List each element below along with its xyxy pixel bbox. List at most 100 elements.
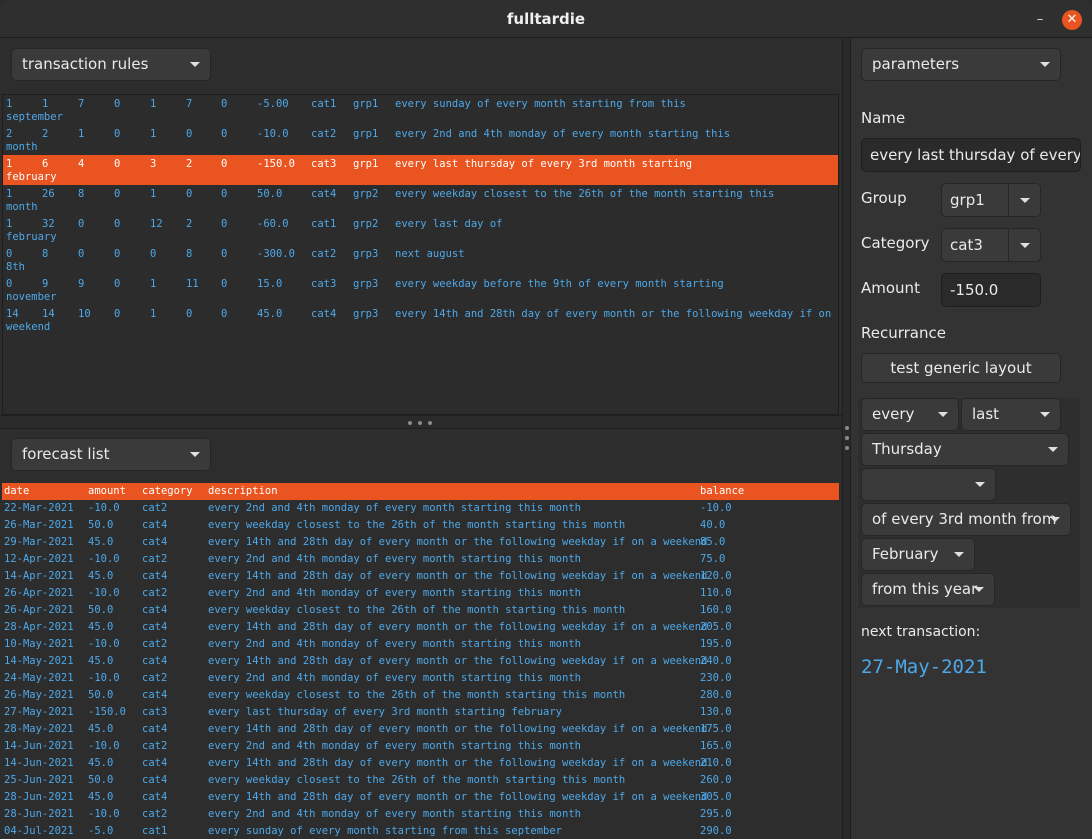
recurrance-period-dropdown[interactable]: of every 3rd month from (861, 503, 1071, 536)
rule-row[interactable]: 1 6 4 0 3 2 0 -150.0 cat3 grp1 every last thursday… (3, 155, 838, 185)
column-header-amount[interactable]: amount (88, 485, 126, 497)
forecast-row[interactable]: 14-May-2021 45.0 cat4 every 14th and 28th d… (2, 653, 839, 670)
forecast-row[interactable]: 14-Jun-2021 45.0 cat4 every 14th and 28th d… (2, 755, 839, 772)
forecast-cell: cat2 (142, 672, 168, 684)
forecast-cell: -10.0 (88, 740, 120, 752)
rule-cell: 0 (114, 158, 121, 170)
chevron-down-icon (1050, 517, 1060, 522)
forecast-cell: -10.0 (88, 587, 120, 599)
chevron-down-icon (1040, 412, 1050, 417)
rule-cell: -150.0 (257, 158, 295, 170)
column-header-description[interactable]: description (208, 485, 278, 497)
grip-dot (845, 446, 849, 450)
recurrance-start-dropdown[interactable]: from this year (861, 573, 995, 606)
forecast-cell: every 2nd and 4th monday of every month … (208, 740, 581, 752)
forecast-row[interactable]: 29-Mar-2021 45.0 cat4 every 14th and 28th d… (2, 534, 839, 551)
forecast-cell: 120.0 (700, 570, 732, 582)
forecast-view-dropdown[interactable]: forecast list (11, 438, 211, 471)
chevron-down-icon (190, 452, 200, 457)
category-select-toggle[interactable] (1008, 229, 1040, 261)
chevron-down-icon (190, 62, 200, 67)
forecast-cell: -10.0 (88, 808, 120, 820)
rule-cell: 8 (186, 248, 193, 260)
forecast-row[interactable]: 26-Mar-2021 50.0 cat4 every weekday closest… (2, 517, 839, 534)
rule-cell: grp1 (353, 158, 379, 170)
forecast-cell: 50.0 (88, 774, 114, 786)
forecast-row[interactable]: 14-Apr-2021 45.0 cat4 every 14th and 28th d… (2, 568, 839, 585)
parameters-dropdown[interactable]: parameters (861, 48, 1061, 81)
forecast-row[interactable]: 28-Jun-2021 -10.0 cat2 every 2nd and 4th mo… (2, 806, 839, 823)
rule-description-continuation: month (6, 201, 38, 213)
forecast-cell: 26-Apr-2021 (4, 604, 74, 616)
column-header-date[interactable]: date (4, 485, 29, 497)
rule-row[interactable]: 2 2 1 0 1 0 0 -10.0 cat2 grp1 every 2nd and 4th mo… (3, 125, 838, 155)
recurrance-ordinal-dropdown[interactable]: last (961, 398, 1061, 431)
recurrance-every-dropdown[interactable]: every (861, 398, 959, 431)
pane-splitter[interactable] (0, 415, 842, 429)
rules-view-dropdown[interactable]: transaction rules (11, 48, 211, 81)
rule-cell: every 14th and 28th day of every month o… (395, 308, 839, 320)
rule-cell: every last thursday of every 3rd month s… (395, 158, 693, 170)
side-splitter[interactable] (842, 38, 850, 839)
rule-cell: grp2 (353, 188, 379, 200)
forecast-row[interactable]: 27-May-2021 -150.0 cat3 every last thursday… (2, 704, 839, 721)
group-select-toggle[interactable] (1008, 184, 1040, 216)
recurrance-weekday-dropdown[interactable]: Thursday (861, 433, 1069, 466)
recurrance-month-dropdown[interactable]: February (861, 538, 975, 571)
forecast-row[interactable]: 28-Jun-2021 45.0 cat4 every 14th and 28th d… (2, 789, 839, 806)
forecast-cell: 160.0 (700, 604, 732, 616)
column-header-balance[interactable]: balance (700, 485, 744, 497)
forecast-cell: every 2nd and 4th monday of every month … (208, 587, 581, 599)
name-field[interactable]: every last thursday of every 3rd month s… (861, 138, 1081, 172)
forecast-row[interactable]: 25-Jun-2021 50.0 cat4 every weekday closest… (2, 772, 839, 789)
next-transaction-label: next transaction: (861, 624, 981, 640)
rule-description-continuation: month (6, 141, 38, 153)
forecast-row[interactable]: 26-Apr-2021 50.0 cat4 every weekday closest… (2, 602, 839, 619)
rule-row[interactable]: 1 1 7 0 1 7 0 -5.00 cat1 grp1 every sunday of ever… (3, 95, 838, 125)
forecast-row[interactable]: 14-Jun-2021 -10.0 cat2 every 2nd and 4th mo… (2, 738, 839, 755)
forecast-cell: every 2nd and 4th monday of every month … (208, 638, 581, 650)
forecast-row[interactable]: 26-Apr-2021 -10.0 cat2 every 2nd and 4th mo… (2, 585, 839, 602)
transaction-rules-list[interactable]: 1 1 7 0 1 7 0 -5.00 cat1 grp1 every sunday of ever… (2, 94, 839, 415)
forecast-row[interactable]: 28-Apr-2021 45.0 cat4 every 14th and 28th d… (2, 619, 839, 636)
close-icon[interactable]: ✕ (1062, 10, 1082, 30)
forecast-cell: 50.0 (88, 604, 114, 616)
rule-cell: 4 (78, 158, 85, 170)
forecast-table[interactable]: 22-Mar-2021 -10.0 cat2 every 2nd and 4th mo… (2, 500, 839, 839)
forecast-row[interactable]: 04-Jul-2021 -5.0 cat1 every sunday of every… (2, 823, 839, 839)
rule-cell: 0 (114, 308, 121, 320)
rule-row[interactable]: 0 8 0 0 0 8 0 -300.0 cat2 grp3 next august 8th (3, 245, 838, 275)
rule-cell: 2 (186, 218, 193, 230)
category-select[interactable]: cat3 (941, 228, 1041, 262)
forecast-cell: 45.0 (88, 621, 114, 633)
rule-cell: 2 (6, 128, 13, 140)
rule-row[interactable]: 0 9 9 0 1 11 0 15.0 cat3 grp3 every weekday before… (3, 275, 838, 305)
rule-row[interactable]: 1 32 0 0 12 2 0 -60.0 cat1 grp2 every last day of f… (3, 215, 838, 245)
rule-cell: 0 (114, 128, 121, 140)
rule-cell: 12 (150, 218, 163, 230)
forecast-row[interactable]: 24-May-2021 -10.0 cat2 every 2nd and 4th mo… (2, 670, 839, 687)
forecast-cell: 26-Mar-2021 (4, 519, 74, 531)
rule-row[interactable]: 14 14 10 0 1 0 0 45.0 cat4 grp3 every 14th and 28t… (3, 305, 838, 335)
recurrance-extra-dropdown[interactable] (861, 468, 996, 501)
rule-row[interactable]: 1 26 8 0 1 0 0 50.0 cat4 grp2 every weekday closes… (3, 185, 838, 215)
forecast-row[interactable]: 12-Apr-2021 -10.0 cat2 every 2nd and 4th mo… (2, 551, 839, 568)
rule-cell: 0 (114, 98, 121, 110)
forecast-cell: 14-May-2021 (4, 655, 74, 667)
rule-cell: 1 (150, 128, 157, 140)
forecast-row[interactable]: 26-May-2021 50.0 cat4 every weekday closest… (2, 687, 839, 704)
rule-cell: 1 (6, 98, 13, 110)
rule-cell: 0 (221, 98, 228, 110)
forecast-row[interactable]: 28-May-2021 45.0 cat4 every 14th and 28th d… (2, 721, 839, 738)
rule-cell: cat3 (311, 278, 337, 290)
column-header-category[interactable]: category (142, 485, 193, 497)
rule-cell: 0 (186, 128, 193, 140)
forecast-row[interactable]: 22-Mar-2021 -10.0 cat2 every 2nd and 4th mo… (2, 500, 839, 517)
group-select[interactable]: grp1 (941, 183, 1041, 217)
rule-cell: 3 (150, 158, 157, 170)
test-generic-layout-button[interactable]: test generic layout (861, 353, 1061, 383)
minimize-icon[interactable]: – (1030, 10, 1050, 30)
amount-field[interactable]: -150.0 (941, 273, 1041, 307)
title-bar: fulltardie – ✕ (0, 0, 1092, 38)
forecast-row[interactable]: 10-May-2021 -10.0 cat2 every 2nd and 4th mo… (2, 636, 839, 653)
